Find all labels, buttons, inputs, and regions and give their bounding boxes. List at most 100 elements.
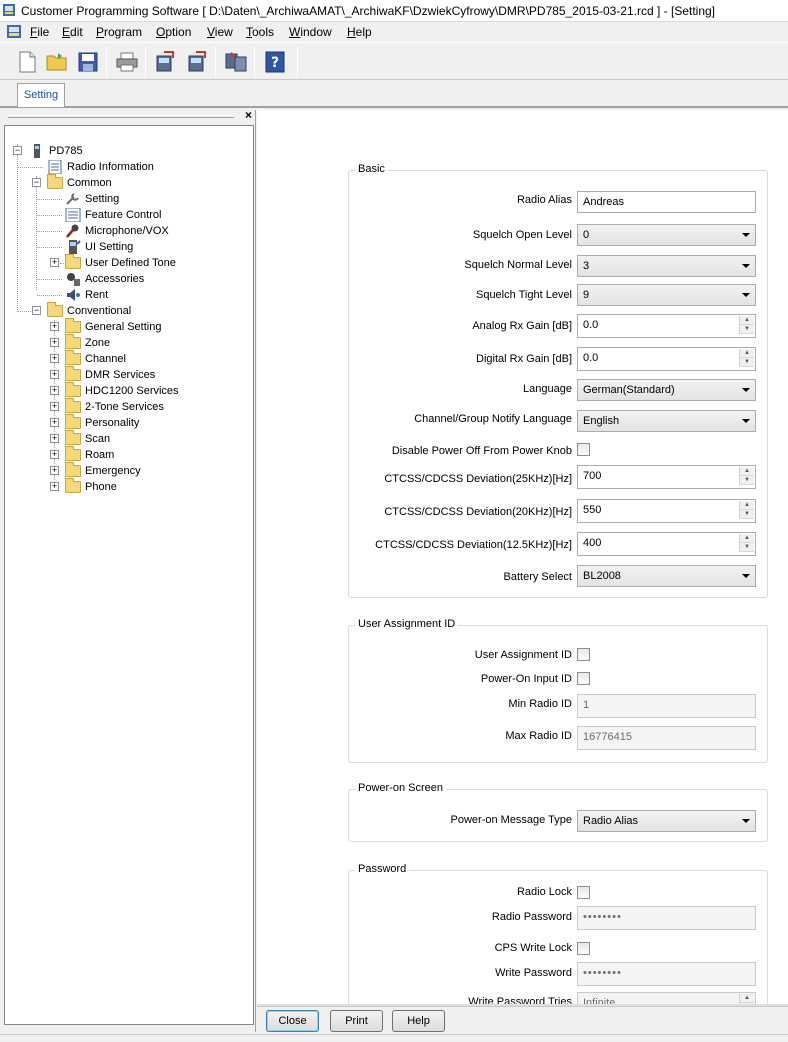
tree-item-conventional[interactable]: Conventional (47, 302, 131, 319)
basic-group-title: Basic (355, 163, 388, 175)
tree-item-accessories[interactable]: Accessories (65, 271, 144, 287)
spin-buttons[interactable]: ▲▼ (739, 316, 754, 334)
tree-item-2-tone-services[interactable]: 2-Tone Services (65, 398, 164, 415)
language-select[interactable]: German(Standard) (577, 379, 756, 401)
deviation-20khz-spinner[interactable]: 550 ▲ ▼ (577, 499, 756, 523)
menu-program[interactable]: Program (96, 25, 142, 39)
tree-item-emergency[interactable]: Emergency (65, 462, 141, 479)
tree-item-root[interactable]: PD785 (29, 143, 83, 159)
spin-buttons[interactable]: ▲▼ (739, 467, 754, 485)
expand-emergency-icon[interactable]: + (50, 466, 59, 475)
expand-roam-icon[interactable]: + (50, 450, 59, 459)
min-radio-id-input[interactable]: 1 (577, 694, 756, 718)
expand-zone-icon[interactable]: + (50, 338, 59, 347)
document-icon[interactable] (6, 24, 22, 39)
collapse-conventional-icon[interactable]: − (32, 306, 41, 315)
spin-down-icon[interactable]: ▼ (740, 325, 754, 334)
panel-grip[interactable] (8, 115, 234, 118)
expand-personality-icon[interactable]: + (50, 418, 59, 427)
battery-select[interactable]: BL2008 (577, 565, 756, 587)
radio-password-input[interactable]: •••••••• (577, 906, 756, 930)
tree-item-rent[interactable]: Rent (65, 287, 108, 303)
tree-item-hdc1200-services[interactable]: HDC1200 Services (65, 382, 179, 399)
expand-channel-icon[interactable]: + (50, 354, 59, 363)
close-button[interactable]: Close (266, 1010, 319, 1032)
menu-window[interactable]: Window (289, 25, 332, 39)
spin-down-icon[interactable]: ▼ (740, 543, 754, 552)
user-assignment-id-checkbox[interactable] (577, 648, 590, 661)
print-button[interactable]: Print (330, 1010, 383, 1032)
spin-up-icon[interactable]: ▲ (740, 349, 754, 358)
collapse-root-icon[interactable]: − (13, 146, 22, 155)
spin-down-icon[interactable]: ▼ (740, 358, 754, 367)
tree-item-feature-control[interactable]: Feature Control (65, 207, 161, 223)
menu-view-rest: iew (214, 25, 233, 39)
spin-up-icon[interactable]: ▲ (740, 501, 754, 510)
squelch-open-select[interactable]: 0 (577, 224, 756, 246)
clone-button[interactable] (223, 49, 249, 75)
tree-item-microphone-vox[interactable]: Microphone/VOX (65, 223, 169, 239)
tree-item-roam[interactable]: Roam (65, 446, 114, 463)
tree-item-ui-setting[interactable]: UI Setting (65, 239, 133, 255)
digital-rx-gain-spinner[interactable]: 0.0 ▲ ▼ (577, 347, 756, 371)
save-button[interactable] (75, 49, 101, 75)
tree-item-zone[interactable]: Zone (65, 334, 110, 351)
menu-edit[interactable]: Edit (62, 25, 83, 39)
tree-item-user-defined-tone[interactable]: User Defined Tone (65, 254, 176, 271)
notify-language-select[interactable]: English (577, 410, 756, 432)
expand-general-setting-icon[interactable]: + (50, 322, 59, 331)
tree-item-dmr-services[interactable]: DMR Services (65, 366, 155, 383)
menu-help[interactable]: Help (347, 25, 372, 39)
expand-user-defined-tone-icon[interactable]: + (50, 258, 59, 267)
spin-buttons[interactable]: ▲▼ (739, 349, 754, 367)
spin-down-icon[interactable]: ▼ (740, 510, 754, 519)
help-toolbar-button[interactable]: ? (262, 49, 288, 75)
print-button[interactable] (114, 49, 140, 75)
spin-up-icon[interactable]: ▲ (740, 467, 754, 476)
tree-item-personality[interactable]: Personality (65, 414, 139, 431)
analog-rx-gain-spinner[interactable]: 0.0 ▲ ▼ (577, 314, 756, 338)
write-radio-button[interactable] (184, 49, 210, 75)
tree-item-setting[interactable]: Setting (65, 191, 119, 207)
radio-alias-input[interactable]: Andreas (577, 191, 756, 213)
power-on-message-type-select[interactable]: Radio Alias (577, 810, 756, 832)
squelch-normal-select[interactable]: 3 (577, 255, 756, 277)
deviation-12-5khz-spinner[interactable]: 400 ▲ ▼ (577, 532, 756, 556)
power-on-input-id-checkbox[interactable] (577, 672, 590, 685)
spin-up-icon[interactable]: ▲ (740, 534, 754, 543)
expand-phone-icon[interactable]: + (50, 482, 59, 491)
expand-scan-icon[interactable]: + (50, 434, 59, 443)
max-radio-id-input[interactable]: 16776415 (577, 726, 756, 750)
deviation-25khz-spinner[interactable]: 700 ▲ ▼ (577, 465, 756, 489)
tree-item-radio-information[interactable]: Radio Information (47, 159, 154, 175)
spin-up-icon[interactable]: ▲ (740, 994, 754, 1003)
tree-item-common[interactable]: Common (47, 174, 112, 191)
menu-file[interactable]: File (30, 25, 49, 39)
tree-item-scan[interactable]: Scan (65, 430, 110, 447)
squelch-tight-select[interactable]: 9 (577, 284, 756, 306)
menu-tools[interactable]: Tools (246, 25, 274, 39)
spin-down-icon[interactable]: ▼ (740, 476, 754, 485)
menu-option[interactable]: Option (156, 25, 191, 39)
help-button[interactable]: Help (392, 1010, 445, 1032)
new-file-button[interactable] (14, 49, 40, 75)
disable-power-off-checkbox[interactable] (577, 443, 590, 456)
expand-dmr-services-icon[interactable]: + (50, 370, 59, 379)
spin-up-icon[interactable]: ▲ (740, 316, 754, 325)
expand-hdc1200-services-icon[interactable]: + (50, 386, 59, 395)
expand-2-tone-services-icon[interactable]: + (50, 402, 59, 411)
write-password-input[interactable]: •••••••• (577, 962, 756, 986)
close-panel-icon[interactable]: × (245, 108, 252, 122)
tree-item-phone[interactable]: Phone (65, 478, 117, 495)
radio-lock-checkbox[interactable] (577, 886, 590, 899)
cps-write-lock-checkbox[interactable] (577, 942, 590, 955)
menu-view[interactable]: View (207, 25, 233, 39)
tree-item-general-setting[interactable]: General Setting (65, 318, 161, 335)
spin-buttons[interactable]: ▲▼ (739, 501, 754, 519)
tab-setting[interactable]: Setting (17, 83, 65, 107)
spin-buttons[interactable]: ▲▼ (739, 534, 754, 552)
read-radio-button[interactable] (152, 49, 178, 75)
tree-item-channel[interactable]: Channel (65, 350, 126, 367)
collapse-common-icon[interactable]: − (32, 178, 41, 187)
open-button[interactable] (44, 49, 70, 75)
